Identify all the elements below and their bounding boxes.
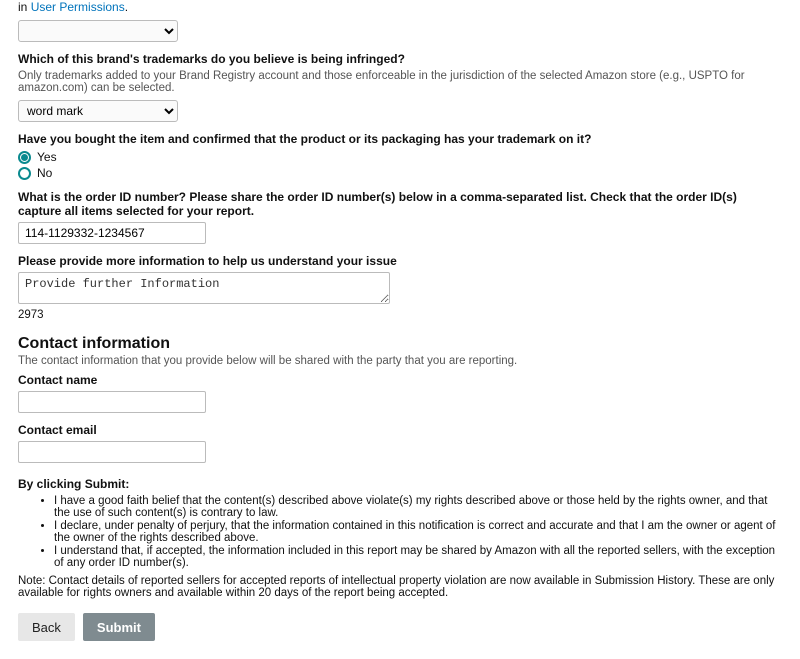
permissions-fragment: in User Permissions. — [18, 0, 782, 14]
back-button[interactable]: Back — [18, 613, 75, 641]
char-counter: 2973 — [18, 309, 782, 321]
note-text: Note: Contact details of reported seller… — [18, 575, 782, 599]
trademark-select[interactable]: word mark — [18, 100, 178, 122]
contact-email-label: Contact email — [18, 423, 782, 437]
trademark-question: Which of this brand's trademarks do you … — [18, 52, 782, 66]
fragment-prefix: in — [18, 0, 31, 14]
more-info-textarea[interactable]: Provide further Information — [18, 272, 390, 304]
order-id-input[interactable] — [18, 222, 206, 244]
radio-icon — [18, 167, 31, 180]
declaration-bullet: I have a good faith belief that the cont… — [54, 495, 782, 519]
contact-subtext: The contact information that you provide… — [18, 355, 782, 367]
radio-no-label: No — [37, 166, 52, 180]
submit-button[interactable]: Submit — [83, 613, 155, 641]
bought-item-radio-yes[interactable]: Yes — [18, 150, 782, 164]
declaration-bullet: I declare, under penalty of perjury, tha… — [54, 520, 782, 544]
order-id-question: What is the order ID number? Please shar… — [18, 190, 782, 218]
contact-name-input[interactable] — [18, 391, 206, 413]
radio-yes-label: Yes — [37, 150, 57, 164]
contact-heading: Contact information — [18, 335, 782, 353]
trademark-helper: Only trademarks added to your Brand Regi… — [18, 70, 782, 94]
contact-email-input[interactable] — [18, 441, 206, 463]
more-info-question: Please provide more information to help … — [18, 254, 782, 268]
permissions-select[interactable] — [18, 20, 178, 42]
user-permissions-link[interactable]: User Permissions — [31, 0, 125, 14]
declaration-heading: By clicking Submit: — [18, 477, 782, 491]
radio-icon — [18, 151, 31, 164]
declaration-list: I have a good faith belief that the cont… — [18, 495, 782, 569]
declaration-bullet: I understand that, if accepted, the info… — [54, 545, 782, 569]
bought-item-question: Have you bought the item and confirmed t… — [18, 132, 782, 146]
fragment-suffix: . — [125, 0, 128, 14]
contact-name-label: Contact name — [18, 373, 782, 387]
bought-item-radio-no[interactable]: No — [18, 166, 782, 180]
